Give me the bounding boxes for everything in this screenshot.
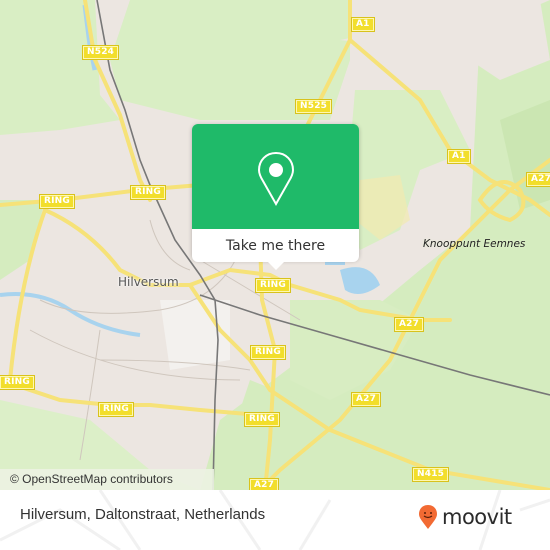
road-shield-ring: RING: [99, 403, 133, 416]
road-shield-n415: N415: [413, 468, 449, 481]
popup-header[interactable]: [192, 124, 359, 229]
road-shield-ring: RING: [40, 195, 74, 208]
popup-tail: [267, 261, 285, 270]
road-shield-a1: A1: [448, 150, 470, 163]
map[interactable]: Hilversum Knooppunt Eemnes N524 A1 N525 …: [0, 0, 550, 490]
take-me-there-button[interactable]: Take me there: [192, 229, 359, 262]
road-shield-a27: A27: [250, 479, 279, 490]
moovit-logo[interactable]: moovit: [418, 504, 512, 530]
moovit-wordmark: moovit: [442, 505, 512, 529]
road-shield-ring: RING: [245, 413, 279, 426]
take-me-there-popup[interactable]: Take me there: [192, 124, 359, 270]
footer-bar: Hilversum, Daltonstraat, Netherlands moo…: [0, 490, 550, 550]
road-shield-ring: RING: [251, 346, 285, 359]
address-text: Hilversum, Daltonstraat, Netherlands: [20, 506, 266, 523]
junction-label-knooppunt-eemnes: Knooppunt Eemnes: [423, 238, 526, 250]
map-pin-icon: [257, 151, 295, 207]
road-shield-a27: A27: [527, 173, 550, 186]
road-shield-ring: RING: [131, 186, 165, 199]
place-label-hilversum: Hilversum: [118, 275, 179, 289]
road-shield-ring: RING: [256, 279, 290, 292]
road-shield-a27: A27: [395, 318, 424, 331]
road-shield-ring: RING: [0, 376, 34, 389]
moovit-pin-icon: [419, 505, 437, 529]
road-shield-n524: N524: [83, 46, 119, 59]
road-shield-n525: N525: [296, 100, 332, 113]
map-attribution[interactable]: © OpenStreetMap contributors: [0, 469, 214, 490]
road-shield-a27: A27: [352, 393, 381, 406]
road-shield-a1: A1: [352, 18, 374, 31]
